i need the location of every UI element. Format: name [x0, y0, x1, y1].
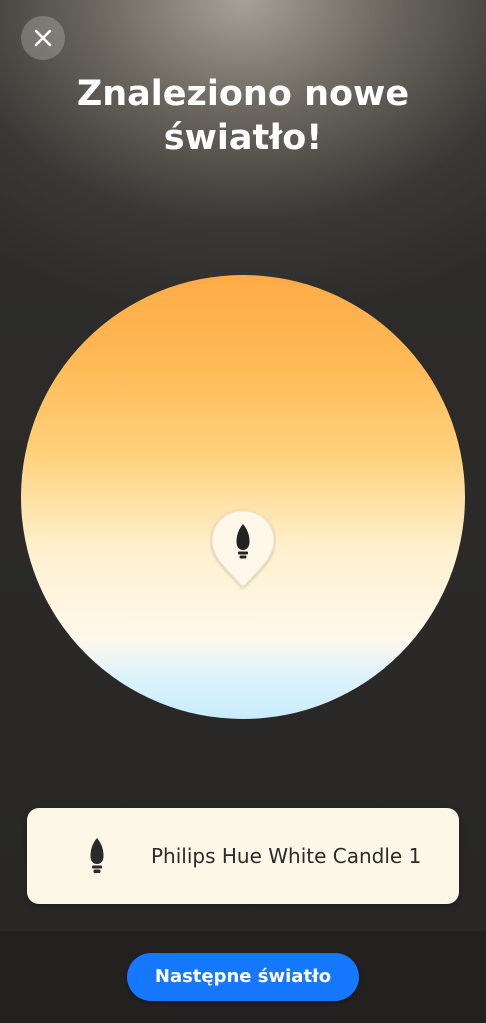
candle-bulb-icon: [90, 838, 104, 873]
light-name: Philips Hue White Candle 1: [151, 844, 422, 868]
next-light-button[interactable]: Następne światło: [127, 953, 359, 1001]
light-selector-pin[interactable]: [210, 508, 276, 590]
found-light-card[interactable]: Philips Hue White Candle 1: [27, 808, 459, 904]
color-temperature-wheel[interactable]: [21, 275, 465, 719]
title-line-1: Znaleziono nowe: [76, 74, 410, 114]
page-title: Znaleziono nowe światło!: [0, 72, 486, 160]
title-line-2: światło!: [163, 118, 323, 158]
close-button[interactable]: [21, 16, 65, 60]
close-icon: [34, 29, 52, 47]
